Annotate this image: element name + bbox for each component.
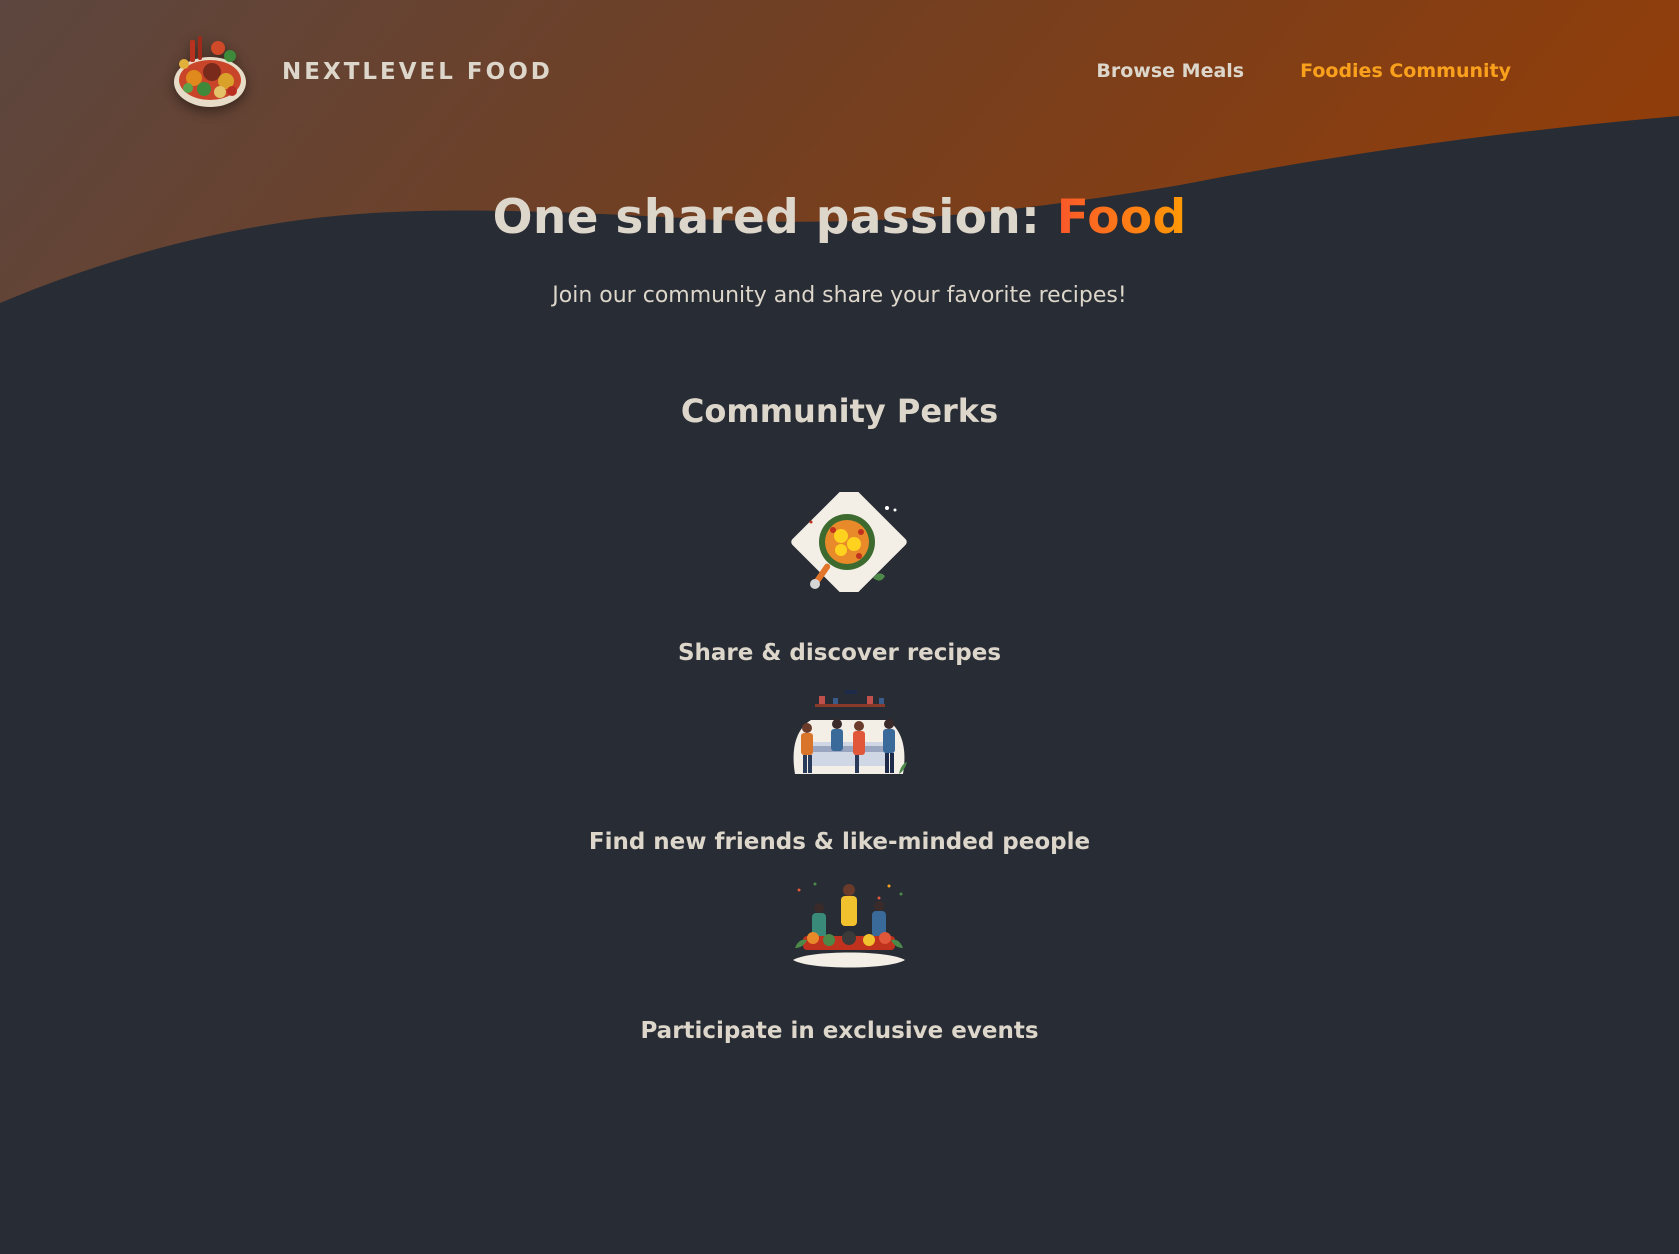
food-plate-logo-icon xyxy=(174,36,246,107)
home-logo-link[interactable]: NextLevel Food xyxy=(170,34,553,110)
hero-subtitle: Join our community and share your favori… xyxy=(552,283,1127,308)
main-nav: Browse Meals Foodies Community xyxy=(1096,60,1511,82)
hero-title-highlight: Food xyxy=(1056,190,1187,245)
perk-label-exclusive-events: Participate in exclusive events xyxy=(640,1018,1039,1044)
community-kitchen-illustration-icon xyxy=(793,690,907,774)
cooking-event-illustration-icon xyxy=(793,882,905,968)
perk-label-find-friends: Find new friends & like-minded people xyxy=(588,829,1091,855)
hero-title: One shared passion: Food xyxy=(0,190,1679,245)
hero-title-prefix: One shared passion: xyxy=(492,190,1057,245)
nav-link-foodies-community[interactable]: Foodies Community xyxy=(1300,60,1511,82)
perk-label-share-recipes: Share & discover recipes xyxy=(677,640,1002,666)
meal-illustration-icon xyxy=(791,492,907,592)
logo-text: NextLevel Food xyxy=(282,59,553,85)
nav-link-browse-meals[interactable]: Browse Meals xyxy=(1096,60,1244,82)
perks-title: Community Perks xyxy=(680,392,999,430)
site-header: NextLevel Food Browse Meals Foodies Comm… xyxy=(0,0,1679,150)
